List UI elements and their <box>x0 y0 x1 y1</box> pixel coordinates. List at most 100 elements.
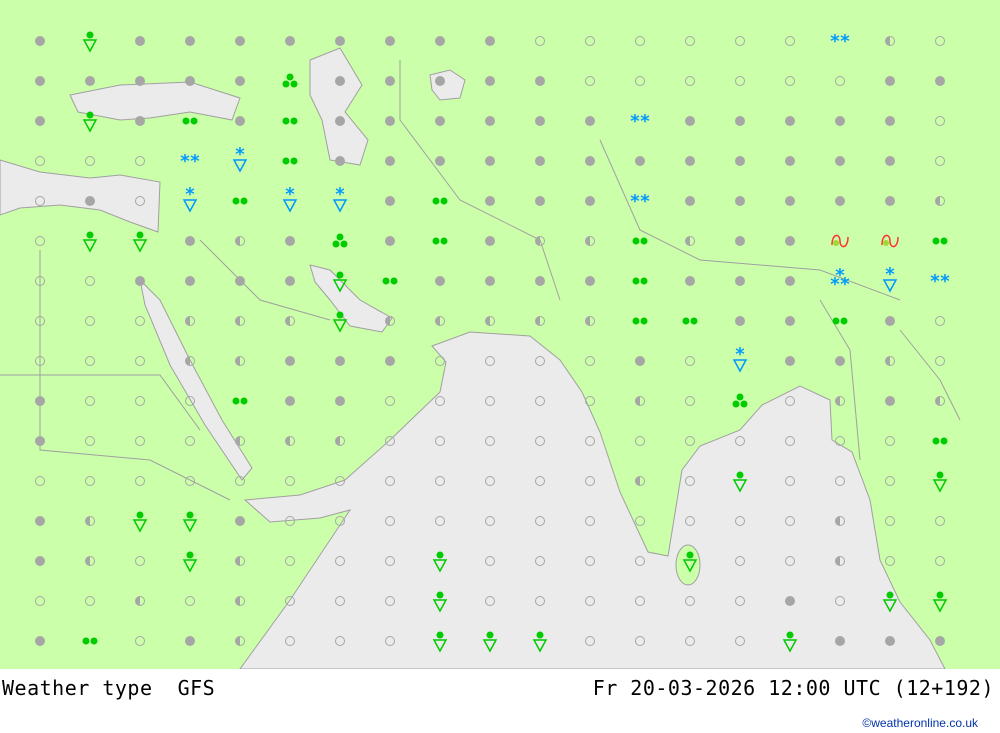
weather-symbol-snow: * * <box>630 191 650 212</box>
weather-symbol-snow: * * <box>630 111 650 132</box>
weather-symbol-overcast <box>235 276 245 286</box>
weather-symbol-overcast <box>635 156 645 166</box>
model-label: GFS <box>177 676 216 700</box>
weather-symbol-overcast <box>685 196 695 206</box>
weather-symbol-overcast <box>185 236 195 246</box>
weather-symbol-overcast <box>485 36 495 46</box>
weather-symbol-overcast <box>385 116 395 126</box>
weather-symbol-overcast <box>385 36 395 46</box>
svg-text:*: * <box>640 111 650 132</box>
weather-symbol-overcast <box>485 276 495 286</box>
svg-text:*: * <box>285 184 295 205</box>
weather-symbol-overcast <box>835 196 845 206</box>
weather-symbol-overcast <box>435 156 445 166</box>
weather-symbol-overcast <box>785 276 795 286</box>
weather-symbol-overcast <box>185 276 195 286</box>
weather-symbol-overcast <box>35 76 45 86</box>
weather-symbol-overcast <box>335 356 345 366</box>
weather-symbol-overcast <box>435 276 445 286</box>
weather-symbol-overcast <box>435 116 445 126</box>
svg-text:*: * <box>735 344 745 365</box>
valid-time: Fr 20-03-2026 12:00 UTC (12+192) <box>592 676 994 700</box>
weather-symbol-overcast <box>885 316 895 326</box>
weather-symbol-overcast <box>35 396 45 406</box>
svg-text:*: * <box>885 264 895 285</box>
svg-text:*: * <box>840 274 850 295</box>
weather-map: * ** ** * ** * * * *** * * * ** <box>0 0 1000 669</box>
weather-symbol-overcast <box>235 76 245 86</box>
weather-symbol-overcast <box>535 276 545 286</box>
svg-text:*: * <box>185 184 195 205</box>
weather-symbol-overcast <box>885 156 895 166</box>
weather-symbol-overcast <box>685 276 695 286</box>
credit-link[interactable]: ©weatheronline.co.uk <box>862 716 978 730</box>
weather-symbol-overcast <box>885 76 895 86</box>
weather-symbol-overcast <box>635 356 645 366</box>
weather-symbol-overcast <box>435 76 445 86</box>
weather-symbol-overcast <box>585 276 595 286</box>
weather-symbol-overcast <box>485 76 495 86</box>
weather-symbol-overcast <box>35 36 45 46</box>
weather-symbol-overcast <box>385 156 395 166</box>
weather-symbol-overcast <box>135 76 145 86</box>
weather-symbol-overcast <box>785 356 795 366</box>
weather-symbol-overcast <box>285 276 295 286</box>
weather-symbol-overcast <box>535 76 545 86</box>
svg-text:*: * <box>940 271 950 292</box>
weather-symbol-overcast <box>885 196 895 206</box>
weather-symbol-overcast <box>735 316 745 326</box>
weather-symbol-overcast <box>885 396 895 406</box>
weather-symbol-overcast <box>735 276 745 286</box>
weather-symbol-overcast <box>785 596 795 606</box>
weather-symbol-overcast <box>785 316 795 326</box>
weather-symbol-overcast <box>335 396 345 406</box>
weather-symbol-overcast <box>485 236 495 246</box>
weather-symbol-overcast <box>335 36 345 46</box>
weather-symbol-overcast <box>835 116 845 126</box>
svg-text:*: * <box>640 191 650 212</box>
svg-text:*: * <box>335 184 345 205</box>
weather-symbol-overcast <box>535 116 545 126</box>
weather-symbol-overcast <box>85 76 95 86</box>
weather-symbol-overcast <box>185 76 195 86</box>
svg-text:*: * <box>840 31 850 52</box>
svg-text:*: * <box>235 144 245 165</box>
weather-symbol-overcast <box>785 116 795 126</box>
weather-symbol-overcast <box>785 236 795 246</box>
sri-lanka <box>675 544 701 586</box>
weather-symbol-overcast <box>885 116 895 126</box>
weather-symbol-overcast <box>585 196 595 206</box>
svg-text:*: * <box>630 111 640 132</box>
weather-symbol-overcast <box>835 156 845 166</box>
weather-symbol-overcast <box>335 156 345 166</box>
weather-symbol-overcast <box>35 636 45 646</box>
weather-symbol-snow: * * <box>180 151 200 172</box>
weather-symbol-overcast <box>485 196 495 206</box>
svg-text:*: * <box>630 191 640 212</box>
weather-symbol-overcast <box>135 36 145 46</box>
weather-symbol-overcast <box>385 236 395 246</box>
weather-symbol-overcast <box>685 116 695 126</box>
weather-symbol-overcast <box>735 156 745 166</box>
weather-symbol-overcast <box>285 396 295 406</box>
weather-symbol-overcast <box>185 636 195 646</box>
weather-symbol-overcast <box>35 556 45 566</box>
weather-symbol-overcast <box>35 116 45 126</box>
weather-symbol-overcast <box>335 116 345 126</box>
weather-symbol-overcast <box>435 36 445 46</box>
weather-symbol-overcast <box>585 156 595 166</box>
map-title: Weather type GFS <box>2 676 215 700</box>
weather-symbol-overcast <box>285 36 295 46</box>
weather-symbol-overcast <box>135 276 145 286</box>
weather-symbol-overcast <box>885 636 895 646</box>
svg-text:*: * <box>830 274 840 295</box>
weather-symbol-overcast <box>335 76 345 86</box>
weather-symbol-overcast <box>485 156 495 166</box>
weather-symbol-overcast <box>35 516 45 526</box>
weather-symbol-overcast <box>185 36 195 46</box>
weather-symbol-snow: * * <box>830 31 850 52</box>
weather-symbol-overcast <box>285 356 295 366</box>
weather-symbol-overcast <box>935 76 945 86</box>
weather-symbol-overcast <box>385 356 395 366</box>
title-label: Weather type <box>2 676 153 700</box>
